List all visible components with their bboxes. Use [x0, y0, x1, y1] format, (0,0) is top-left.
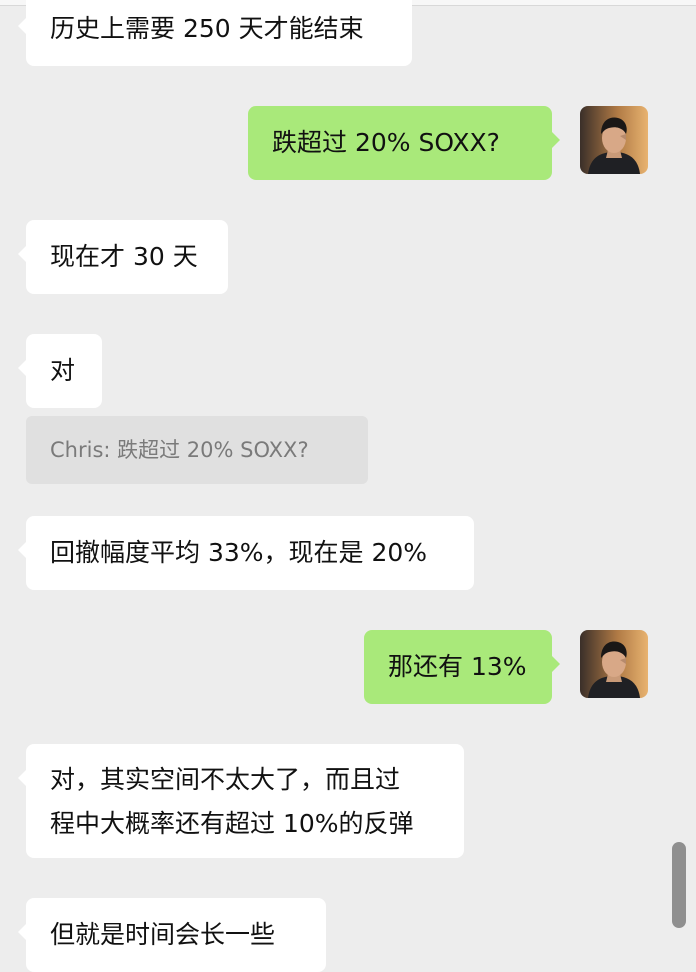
message-bubble-outgoing[interactable]: 跌超过 20% SOXX? — [248, 106, 560, 180]
message-bubble-outgoing[interactable]: 那还有 13% — [364, 630, 560, 704]
message-text-line-2: 程中大概率还有超过 10%的反弹 — [50, 809, 414, 838]
message-bubble-incoming[interactable]: 现在才 30 天 — [18, 220, 228, 294]
message-bubble-incoming[interactable]: 但就是时间会长一些 — [18, 898, 326, 972]
message-text: 那还有 13% — [388, 652, 527, 681]
message-text: 回撤幅度平均 33%，现在是 20% — [50, 538, 428, 567]
message-text: 历史上需要 250 天才能结束 — [50, 14, 364, 43]
user-avatar[interactable] — [580, 630, 648, 698]
message-text-line-1: 对，其实空间不太大了，而且过 — [50, 765, 401, 794]
avatar-portrait-icon — [580, 630, 648, 698]
message-text: 现在才 30 天 — [50, 242, 198, 271]
avatar-portrait-icon — [580, 106, 648, 174]
message-bubble-incoming[interactable]: 对，其实空间不太大了，而且过 程中大概率还有超过 10%的反弹 — [18, 744, 464, 858]
scrollbar-thumb[interactable] — [672, 842, 686, 928]
quoted-message-text: Chris: 跌超过 20% SOXX? — [50, 438, 309, 462]
quoted-message[interactable]: Chris: 跌超过 20% SOXX? — [26, 416, 368, 484]
message-bubble-incoming[interactable]: 历史上需要 250 天才能结束 — [18, 0, 412, 66]
message-bubble-incoming[interactable]: 回撤幅度平均 33%，现在是 20% — [18, 516, 474, 590]
user-avatar[interactable] — [580, 106, 648, 174]
message-text: 对 — [50, 356, 76, 385]
message-text: 但就是时间会长一些 — [50, 920, 276, 949]
message-bubble-incoming[interactable]: 对 — [18, 334, 102, 408]
message-text: 跌超过 20% SOXX? — [272, 128, 500, 157]
chat-area: 历史上需要 250 天才能结束 跌超过 20% SOXX? 现在才 30 天 对… — [0, 0, 696, 972]
